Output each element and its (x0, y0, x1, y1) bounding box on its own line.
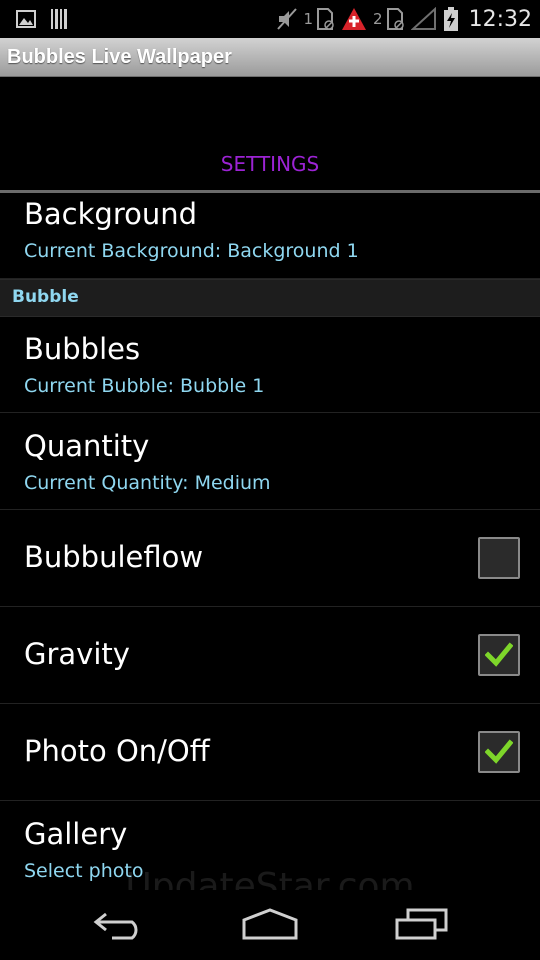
alert-icon (341, 7, 367, 31)
pref-bubbuleflow[interactable]: Bubbuleflow (0, 510, 540, 607)
barcode-icon (50, 8, 70, 30)
pref-quantity[interactable]: Quantity Current Quantity: Medium (0, 413, 540, 510)
pref-gravity[interactable]: Gravity (0, 607, 540, 704)
pref-quantity-summary: Current Quantity: Medium (24, 472, 271, 494)
battery-icon (443, 6, 459, 32)
image-icon (16, 9, 36, 29)
pref-bubbles-summary: Current Bubble: Bubble 1 (24, 375, 265, 397)
navigation-bar (0, 890, 540, 960)
category-bubble-label: Bubble (12, 287, 79, 307)
recents-icon[interactable] (394, 908, 450, 944)
status-bar: 1 2 12:32 (0, 0, 540, 38)
app-title-bar: Bubbles Live Wallpaper (0, 38, 540, 77)
sim1-label: 1 (303, 10, 314, 28)
pref-bubbuleflow-title: Bubbuleflow (24, 540, 204, 574)
bubbuleflow-checkbox[interactable] (478, 537, 520, 579)
sim1-icon (315, 7, 335, 31)
check-icon (485, 739, 513, 764)
sim2-label: 2 (373, 10, 383, 28)
pref-quantity-title: Quantity (24, 429, 150, 463)
pref-gravity-title: Gravity (24, 637, 130, 671)
status-clock: 12:32 (468, 6, 532, 32)
settings-header: SETTINGS (220, 152, 320, 176)
back-icon[interactable] (92, 908, 148, 944)
pref-bubbles-title: Bubbles (24, 332, 141, 366)
pref-gallery-title: Gallery (24, 817, 128, 851)
home-icon[interactable] (242, 908, 298, 944)
signal-icon (410, 7, 437, 31)
photo-checkbox[interactable] (478, 731, 520, 773)
category-bubble: Bubble (0, 279, 540, 317)
mute-icon (276, 7, 298, 31)
check-icon (485, 642, 513, 667)
pref-photo-title: Photo On/Off (24, 734, 210, 768)
gravity-checkbox[interactable] (478, 634, 520, 676)
pref-background-summary: Current Background: Background 1 (24, 240, 359, 262)
pref-photo[interactable]: Photo On/Off (0, 704, 540, 801)
app-title: Bubbles Live Wallpaper (7, 46, 232, 68)
pref-background[interactable]: Background Current Background: Backgroun… (0, 193, 540, 279)
pref-bubbles[interactable]: Bubbles Current Bubble: Bubble 1 (0, 316, 540, 413)
sim2-icon (385, 7, 405, 31)
pref-background-title: Background (24, 197, 198, 231)
